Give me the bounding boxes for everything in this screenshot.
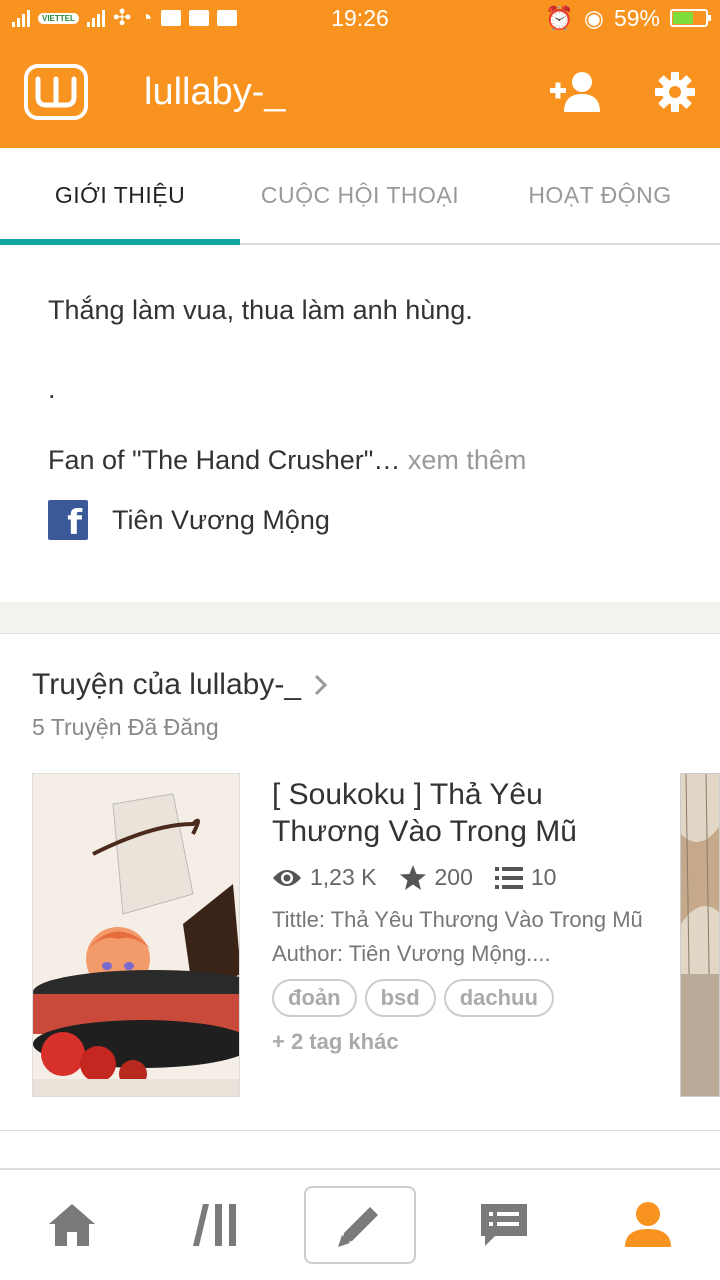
section-divider [0, 602, 720, 634]
write-button[interactable] [304, 1186, 416, 1264]
stories-title-row: Truyện của lullaby-_ [32, 668, 329, 702]
next-cover-artwork [681, 774, 719, 1096]
description-line-1: Tittle: Thả Yêu Thương Vào Trong Mũ [272, 907, 643, 932]
votes-stat: 200 [399, 864, 473, 891]
views-stat: 1,23 K [272, 864, 377, 891]
story-cover[interactable] [32, 773, 240, 1097]
carrier-badge: VIETTEL [38, 12, 79, 24]
tab-about[interactable]: GIỚI THIỆU [0, 148, 240, 245]
wifi-icon: ◔ [139, 5, 153, 30]
library-icon [193, 1204, 236, 1246]
chevron-right-icon [314, 674, 328, 696]
parts-count: 10 [530, 864, 557, 890]
wattpad-logo[interactable] [24, 64, 88, 120]
star-icon [399, 864, 426, 890]
list-icon [494, 866, 523, 889]
notification-icon [160, 10, 181, 26]
parts-stat: 10 [494, 864, 557, 891]
tab-conversations[interactable]: CUỘC HỘI THOẠI [240, 148, 480, 243]
battery-percent: 59% [613, 4, 660, 31]
app-bar: lullaby-_ [0, 36, 720, 148]
page-title: lullaby-_ [144, 70, 286, 113]
battery-icon [670, 9, 711, 27]
story-tags: đoản bsd dachuu [272, 979, 652, 1017]
profile-tabs: GIỚI THIỆU CUỘC HỘI THOẠI HOẠT ĐỘNG [0, 148, 720, 245]
app-actions [550, 70, 696, 114]
home-icon [49, 1204, 95, 1246]
eye-icon [273, 869, 301, 886]
tag-chip[interactable]: dachuu [443, 979, 554, 1017]
gear-icon [655, 72, 695, 112]
views-count: 1,23 K [310, 864, 377, 890]
add-user-icon [550, 72, 600, 112]
stories-title: Truyện của lullaby-_ [32, 668, 302, 701]
eye-icon: ◉ [583, 4, 604, 31]
about-text: Fan of "The Hand Crusher"… [48, 445, 401, 475]
about-line-2: . [48, 374, 56, 404]
facebook-name: Tiên Vương Mộng [112, 504, 330, 535]
description-line-2: Author: Tiên Vương Mộng.... [272, 941, 551, 966]
about-section: Thắng làm vua, thua làm anh hùng. . Fan … [0, 245, 720, 540]
story-info[interactable]: [ Soukoku ] Thả Yêu Thương Vào Trong Mũ … [272, 776, 652, 1055]
profile-icon [625, 1202, 671, 1247]
separator [0, 1130, 720, 1131]
about-line-1: Thắng làm vua, thua làm anh hùng. [48, 295, 473, 325]
wattpad-logo-icon [35, 76, 77, 108]
tag-chip[interactable]: bsd [364, 979, 436, 1017]
signal-icon [12, 9, 30, 27]
mail-icon [188, 10, 209, 26]
cover-artwork [33, 774, 239, 1096]
share-icon: ✣ [112, 5, 132, 30]
nav-write[interactable] [288, 1170, 432, 1280]
nav-profile[interactable] [576, 1170, 720, 1280]
battery-fill [673, 12, 694, 24]
status-right: ⏰ ◉ 59% [545, 4, 711, 32]
see-more-link[interactable]: xem thêm [408, 445, 527, 475]
status-bar: VIETTEL ✣ ◔ 19:26 ⏰ ◉ 59% [0, 0, 720, 36]
youtube-icon [216, 10, 237, 26]
more-tags-link[interactable]: + 2 tag khác [272, 1029, 652, 1055]
status-left: VIETTEL ✣ ◔ [12, 5, 237, 31]
tag-chip[interactable]: đoản [272, 979, 357, 1017]
facebook-link[interactable]: f Tiên Vương Mộng [48, 500, 672, 540]
nav-library[interactable] [144, 1170, 288, 1280]
pencil-icon [338, 1207, 378, 1247]
follow-button[interactable] [550, 70, 606, 114]
signal-icon-2 [86, 9, 105, 27]
bottom-nav [0, 1168, 720, 1280]
facebook-icon: f [48, 500, 88, 540]
stories-count: 5 Truyện Đã Đăng [32, 714, 219, 740]
tab-activity[interactable]: HOẠT ĐỘNG [480, 148, 720, 243]
alarm-icon: ⏰ [545, 4, 574, 31]
messages-icon [481, 1204, 527, 1246]
story-title: [ Soukoku ] Thả Yêu Thương Vào Trong Mũ [272, 778, 577, 848]
story-stats: 1,23 K 200 10 [272, 864, 652, 891]
settings-button[interactable] [654, 71, 696, 113]
nav-messages[interactable] [432, 1170, 576, 1280]
stories-header[interactable]: Truyện của lullaby-_ 5 Truyện Đã Đăng [32, 668, 329, 741]
about-line-3: Fan of "The Hand Crusher"… xem thêm [48, 445, 672, 476]
next-story-cover[interactable] [680, 773, 720, 1097]
nav-home[interactable] [0, 1170, 144, 1280]
votes-count: 200 [434, 864, 473, 890]
story-description: Tittle: Thả Yêu Thương Vào Trong Mũ Auth… [272, 903, 652, 971]
